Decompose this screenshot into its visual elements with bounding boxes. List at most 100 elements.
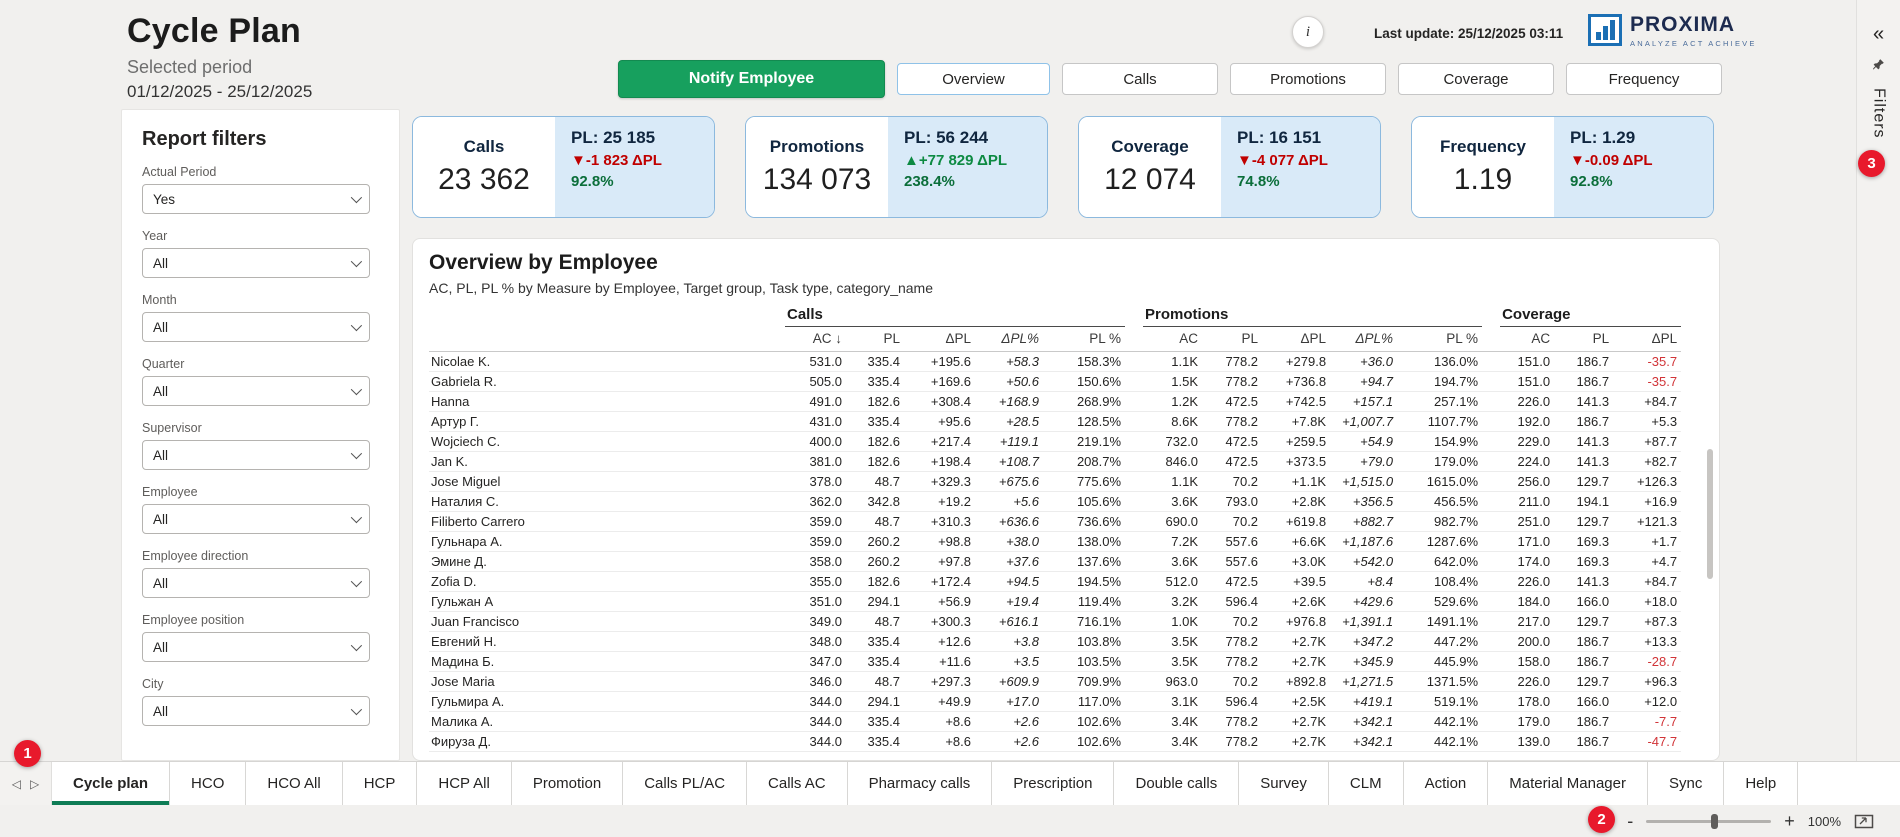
tab-help[interactable]: Help [1724,762,1798,805]
tab-hcp[interactable]: HCP [343,762,418,805]
table-row[interactable]: Мадина Б.347.0335.4+11.6+3.5103.5%3.5K77… [429,652,1681,672]
expand-filters-icon[interactable]: « [1873,24,1884,44]
column-header-calls-pl[interactable]: PL [846,327,904,352]
tab-material-manager[interactable]: Material Manager [1488,762,1648,805]
tab-sync[interactable]: Sync [1648,762,1724,805]
zoom-in-button[interactable]: + [1784,812,1795,830]
cell-calls-pl: +300.3 [904,612,975,632]
column-header-calls-ac[interactable]: AC ↓ [785,327,846,352]
table-row[interactable]: Эмине Д.358.0260.2+97.8+37.6137.6%3.6K55… [429,552,1681,572]
column-header-promotions-pl[interactable]: ΔPL% [1330,327,1397,352]
column-gap [1125,412,1143,432]
filter-dropdown-employee-position[interactable]: All [142,632,370,662]
table-row[interactable]: Наталия С.362.0342.8+19.2+5.6105.6%3.6K7… [429,492,1681,512]
tab-calls-ac[interactable]: Calls AC [747,762,848,805]
pin-icon[interactable] [1872,58,1885,76]
cell-calls-pl: 194.5% [1043,572,1125,592]
column-header-calls-pl[interactable]: ΔPL [904,327,975,352]
cell-coverage-ac: 192.0 [1500,412,1554,432]
kpi-card-coverage[interactable]: Coverage12 074PL: 16 151▼-4 077 ΔPL74.8% [1078,116,1381,218]
table-row[interactable]: Jan K.381.0182.6+198.4+108.7208.7%846.04… [429,452,1681,472]
table-row[interactable]: Juan Francisco349.048.7+300.3+616.1716.1… [429,612,1681,632]
kpi-value: 12 074 [1104,163,1196,197]
cell-calls-pl: +329.3 [904,472,975,492]
tab-cycle-plan[interactable]: Cycle plan [52,762,170,805]
tab-promotion[interactable]: Promotion [512,762,623,805]
table-row[interactable]: Малика А.344.0335.4+8.6+2.6102.6%3.4K778… [429,712,1681,732]
tab-action[interactable]: Action [1404,762,1489,805]
zoom-slider[interactable] [1646,820,1771,823]
table-row[interactable]: Filiberto Carrero359.048.7+310.3+636.673… [429,512,1681,532]
cell-calls-pl: +2.6 [975,712,1043,732]
table-row[interactable]: Гульжан А351.0294.1+56.9+19.4119.4%3.2K5… [429,592,1681,612]
info-icon[interactable]: i [1292,16,1324,48]
table-row[interactable]: Zofia D.355.0182.6+172.4+94.5194.5%512.0… [429,572,1681,592]
tab-clm[interactable]: CLM [1329,762,1404,805]
table-row[interactable]: Gabriela R.505.0335.4+169.6+50.6150.6%1.… [429,372,1681,392]
tab-pharmacy-calls[interactable]: Pharmacy calls [848,762,993,805]
table-row[interactable]: Jose Maria346.048.7+297.3+609.9709.9%963… [429,672,1681,692]
column-header-coverage-pl[interactable]: ΔPL [1613,327,1681,352]
cell-promotions-pl: +39.5 [1262,572,1330,592]
nav-button-calls[interactable]: Calls [1062,63,1218,95]
filter-dropdown-city[interactable]: All [142,696,370,726]
column-header-coverage-ac[interactable]: AC [1500,327,1554,352]
table-row[interactable]: Hanna491.0182.6+308.4+168.9268.9%1.2K472… [429,392,1681,412]
nav-button-coverage[interactable]: Coverage [1398,63,1554,95]
tabs-scroll-right-icon[interactable]: ▷ [30,777,39,791]
zoom-out-button[interactable]: - [1627,812,1633,830]
table-row[interactable]: Евгений Н.348.0335.4+12.6+3.8103.8%3.5K7… [429,632,1681,652]
cell-coverage-ac: 226.0 [1500,672,1554,692]
filter-dropdown-supervisor[interactable]: All [142,440,370,470]
filter-dropdown-actual-period[interactable]: Yes [142,184,370,214]
filter-dropdown-month[interactable]: All [142,312,370,342]
cell-promotions-pl: +2.8K [1262,492,1330,512]
column-header-promotions-pl[interactable]: PL [1202,327,1262,352]
tab-hco-all[interactable]: HCO All [246,762,342,805]
column-header-calls-pl[interactable]: PL % [1043,327,1125,352]
filter-dropdown-quarter[interactable]: All [142,376,370,406]
nav-button-promotions[interactable]: Promotions [1230,63,1386,95]
zoom-slider-handle[interactable] [1711,814,1718,829]
column-gap [1482,392,1500,412]
nav-button-overview[interactable]: Overview [897,63,1050,95]
tab-hco[interactable]: HCO [170,762,246,805]
chevron-down-icon [351,192,362,203]
table-row[interactable]: Фируза Д.344.0335.4+8.6+2.6102.6%3.4K778… [429,732,1681,752]
table-scrollbar-thumb[interactable] [1707,449,1713,579]
column-header-promotions-pl[interactable]: PL % [1397,327,1482,352]
column-header-coverage-pl[interactable]: PL [1554,327,1613,352]
table-scrollbar[interactable] [1707,389,1713,761]
filters-rail-label[interactable]: Filters [1870,88,1888,139]
tab-prescription[interactable]: Prescription [992,762,1114,805]
column-header-calls-pl[interactable]: ΔPL% [975,327,1043,352]
table-row[interactable]: Nicolae K.531.0335.4+195.6+58.3158.3%1.1… [429,352,1681,372]
table-row[interactable]: Wojciech C.400.0182.6+217.4+119.1219.1%7… [429,432,1681,452]
column-gap [1125,532,1143,552]
column-header-promotions-ac[interactable]: AC [1143,327,1202,352]
tab-survey[interactable]: Survey [1239,762,1329,805]
fit-to-page-icon[interactable] [1854,814,1874,829]
column-gap [1125,452,1143,472]
cell-calls-ac: 347.0 [785,652,846,672]
tab-double-calls[interactable]: Double calls [1114,762,1239,805]
kpi-card-frequency[interactable]: Frequency1.19PL: 1.29▼-0.09 ΔPL92.8% [1411,116,1714,218]
nav-button-frequency[interactable]: Frequency [1566,63,1722,95]
filter-dropdown-employee[interactable]: All [142,504,370,534]
tab-hcp-all[interactable]: HCP All [417,762,511,805]
table-row[interactable]: Jose Miguel378.048.7+329.3+675.6775.6%1.… [429,472,1681,492]
filter-label: Quarter [142,357,379,371]
kpi-card-calls[interactable]: Calls23 362PL: 25 185▼-1 823 ΔPL92.8% [412,116,715,218]
kpi-plan-value: PL: 56 244 [904,128,1041,148]
nav-button-notify-employee[interactable]: Notify Employee [618,60,885,98]
cell-calls-pl: 103.5% [1043,652,1125,672]
table-row[interactable]: Гульмира А.344.0294.1+49.9+17.0117.0%3.1… [429,692,1681,712]
table-row[interactable]: Артур Г.431.0335.4+95.6+28.5128.5%8.6K77… [429,412,1681,432]
tabs-scroll-left-icon[interactable]: ◁ [12,777,21,791]
column-header-promotions-pl[interactable]: ΔPL [1262,327,1330,352]
tab-calls-pl-ac[interactable]: Calls PL/AC [623,762,747,805]
filter-dropdown-employee-direction[interactable]: All [142,568,370,598]
filter-dropdown-year[interactable]: All [142,248,370,278]
kpi-card-promotions[interactable]: Promotions134 073PL: 56 244▲+77 829 ΔPL2… [745,116,1048,218]
table-row[interactable]: Гульнара А.359.0260.2+98.8+38.0138.0%7.2… [429,532,1681,552]
